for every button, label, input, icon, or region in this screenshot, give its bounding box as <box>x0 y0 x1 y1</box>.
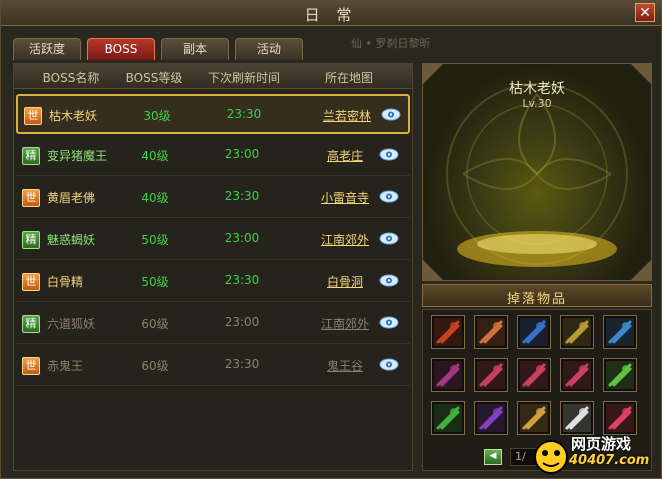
refresh-time-cell: 23:30 <box>224 189 260 203</box>
jade-bracelet-icon[interactable] <box>431 401 465 435</box>
watermark-line1: 网页游戏 <box>571 435 632 453</box>
axe-weapon-icon[interactable] <box>431 315 465 349</box>
background-text: 仙 • 罗刹日黎昕 <box>351 37 431 50</box>
necklace-icon[interactable] <box>517 358 551 392</box>
map-link[interactable]: 小雷音寺 <box>315 189 375 206</box>
view-location-icon[interactable] <box>379 316 399 329</box>
boss-type-badge: 世 <box>22 357 40 375</box>
header-map: 所在地图 <box>324 71 373 85</box>
crystal-icon[interactable] <box>474 401 508 435</box>
refresh-time-cell: 23:30 <box>224 273 260 287</box>
boss-type-badge: 世 <box>24 107 42 125</box>
boss-level-cell: 50级 <box>141 233 169 247</box>
chain-weapon-icon[interactable] <box>431 358 465 392</box>
table-row[interactable]: 世白骨精 50级 23:30 白骨洞 <box>16 262 410 302</box>
map-link[interactable]: 江南郊外 <box>315 315 375 332</box>
daily-window: 日 常 ✕ 活跃度 BOSS 副本 活动 仙 • 罗刹日黎昕 BOSS名称 BO… <box>0 0 662 479</box>
boss-list-panel: BOSS名称 BOSS等级 下次刷新时间 所在地图 世枯木老妖 30级 23:30 兰… <box>13 63 413 471</box>
ring-icon[interactable] <box>603 358 637 392</box>
boss-level: Lv.30 <box>522 97 552 110</box>
boss-level-cell: 60级 <box>141 359 169 373</box>
refresh-time-cell: 23:30 <box>224 357 260 371</box>
view-location-icon[interactable] <box>379 358 399 371</box>
red-crystal-icon[interactable] <box>603 401 637 435</box>
mascot-logo <box>534 440 568 474</box>
tab-dungeon[interactable]: 副本 <box>161 38 229 60</box>
table-row[interactable]: 精魅惑蝎妖 50级 23:00 江南郊外 <box>16 220 410 260</box>
gem-pile-icon[interactable] <box>517 401 551 435</box>
header-boss-name: BOSS名称 <box>42 71 100 85</box>
refresh-time-cell: 23:00 <box>224 147 260 161</box>
boss-name: 枯木老妖 <box>509 81 565 97</box>
boss-type-badge: 世 <box>22 189 40 207</box>
fan-weapon-icon[interactable] <box>517 315 551 349</box>
dice-icon[interactable] <box>560 401 594 435</box>
halberd-weapon-icon[interactable] <box>474 315 508 349</box>
table-row[interactable]: 精变异猪魔王 40级 23:00 高老庄 <box>16 136 410 176</box>
map-link[interactable]: 江南郊外 <box>315 231 375 248</box>
refresh-time-cell: 23:00 <box>224 315 260 329</box>
boss-name-cell: 枯木老妖 <box>49 109 98 123</box>
boss-type-badge: 精 <box>22 231 40 249</box>
boss-type-badge: 精 <box>22 147 40 165</box>
boss-type-badge: 世 <box>22 273 40 291</box>
boss-preview: 枯木老妖 Lv.30 <box>422 63 652 281</box>
site-watermark: 网页游戏 40407.com <box>531 431 661 479</box>
view-location-icon[interactable] <box>379 232 399 245</box>
prev-page-button[interactable]: ◀ <box>484 449 502 465</box>
header-boss-level: BOSS等级 <box>125 71 183 85</box>
view-location-icon[interactable] <box>379 148 399 161</box>
boss-type-badge: 精 <box>22 315 40 333</box>
watermark-line2: 40407.com <box>569 453 650 468</box>
boss-name-cell: 黄眉老佛 <box>47 191 96 205</box>
boss-level-cell: 40级 <box>141 149 169 163</box>
table-row[interactable]: 世黄眉老佛 40级 23:30 小雷音寺 <box>16 178 410 218</box>
staff-weapon-icon[interactable] <box>603 315 637 349</box>
tab-boss[interactable]: BOSS <box>87 38 155 60</box>
table-row[interactable]: 精六道狐妖 60级 23:00 江南郊外 <box>16 304 410 344</box>
view-location-icon[interactable] <box>381 108 401 121</box>
title-bar[interactable]: 日 常 ✕ <box>1 1 661 26</box>
drops-title: 掉落物品 <box>506 292 567 307</box>
table-row[interactable]: 世枯木老妖 30级 23:30 兰若密林 <box>16 94 410 134</box>
boss-name-cell: 变异猪魔王 <box>47 149 108 163</box>
boss-level-cell: 40级 <box>141 191 169 205</box>
table-row[interactable]: 世赤鬼王 60级 23:30 鬼王谷 <box>16 346 410 386</box>
view-location-icon[interactable] <box>379 274 399 287</box>
boss-name-cell: 赤鬼王 <box>47 359 84 373</box>
necklace-icon[interactable] <box>560 358 594 392</box>
window-title: 日 常 <box>304 6 358 24</box>
necklace-icon[interactable] <box>474 358 508 392</box>
boss-name-cell: 白骨精 <box>47 275 84 289</box>
spear-weapon-icon[interactable] <box>560 315 594 349</box>
header-next-refresh: 下次刷新时间 <box>207 71 280 85</box>
close-button[interactable]: ✕ <box>635 3 655 22</box>
boss-name-cell: 魅惑蝎妖 <box>47 233 96 247</box>
boss-level-cell: 30级 <box>143 109 171 123</box>
boss-level-cell: 50级 <box>141 275 169 289</box>
map-link[interactable]: 鬼王谷 <box>315 357 375 374</box>
table-header: BOSS名称 BOSS等级 下次刷新时间 所在地图 <box>14 64 412 89</box>
refresh-time-cell: 23:00 <box>224 231 260 245</box>
view-location-icon[interactable] <box>379 190 399 203</box>
refresh-time-cell: 23:30 <box>226 107 262 121</box>
drops-header: 掉落物品 <box>422 284 652 307</box>
boss-name-cell: 六道狐妖 <box>47 317 96 331</box>
tab-activity[interactable]: 活跃度 <box>13 38 81 60</box>
tab-events[interactable]: 活动 <box>235 38 303 60</box>
map-link[interactable]: 高老庄 <box>315 147 375 164</box>
map-link[interactable]: 兰若密林 <box>317 107 377 124</box>
boss-level-cell: 60级 <box>141 317 169 331</box>
map-link[interactable]: 白骨洞 <box>315 273 375 290</box>
